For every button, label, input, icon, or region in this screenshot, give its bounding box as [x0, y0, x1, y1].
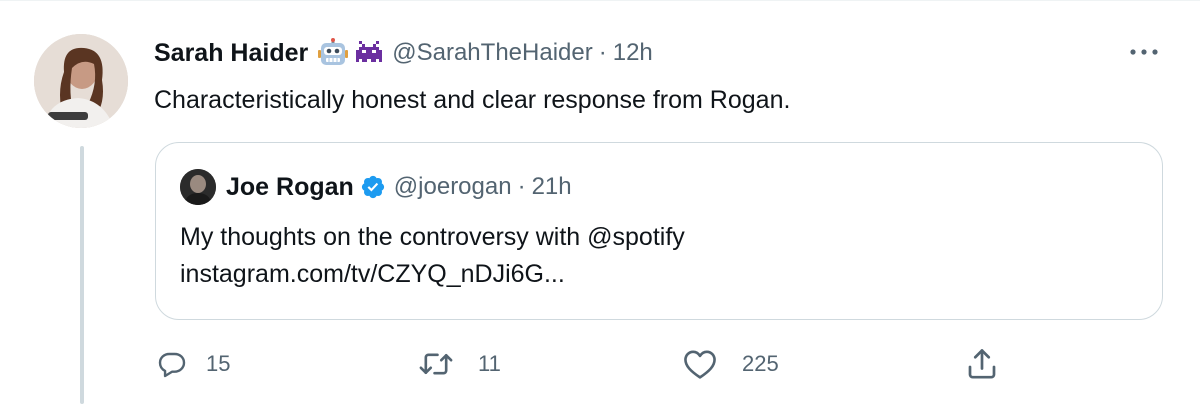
retweet-icon: [419, 353, 453, 375]
quoted-tweet-header: Joe Rogan @joerogan · 21h: [180, 169, 572, 205]
like-button[interactable]: 225: [682, 348, 779, 380]
author-handle[interactable]: @SarahTheHaider: [392, 39, 592, 67]
author-emojis: [318, 38, 384, 68]
reply-button[interactable]: 15: [156, 348, 230, 380]
alien-monster-emoji-icon: [356, 41, 383, 62]
verified-badge-icon: [361, 175, 384, 199]
separator-dot: ·: [598, 39, 607, 66]
quoted-author-avatar[interactable]: [180, 169, 216, 205]
share-button[interactable]: [964, 346, 1000, 382]
quoted-tweet-timestamp[interactable]: 21h: [532, 173, 572, 201]
avatar-image: [34, 34, 128, 128]
quoted-author-handle[interactable]: @joerogan: [394, 173, 512, 201]
more-options-button[interactable]: [1126, 40, 1162, 64]
author-name[interactable]: Sarah Haider: [154, 39, 308, 68]
author-avatar[interactable]: [34, 34, 128, 128]
quoted-avatar-image: [180, 169, 216, 205]
top-divider: [0, 0, 1200, 1]
quoted-tweet-card[interactable]: Joe Rogan @joerogan · 21h My thoughts on…: [155, 142, 1163, 320]
tweet-actions-bar: 15 11 225: [0, 344, 1200, 388]
robot-face-emoji-icon: [318, 38, 349, 65]
retweet-count: 11: [478, 351, 501, 376]
tweet-timestamp[interactable]: 12h: [613, 39, 653, 67]
more-icon: [1130, 49, 1158, 55]
verified-badge: [360, 174, 386, 200]
reply-icon: [158, 352, 186, 378]
retweet-button[interactable]: 11: [418, 348, 501, 380]
quoted-tweet-link[interactable]: instagram.com/tv/CZYQ_nDJi6G...: [180, 256, 685, 293]
share-icon: [968, 349, 996, 379]
quoted-tweet-text: My thoughts on the controversy with @spo…: [180, 219, 685, 293]
quoted-separator-dot: ·: [517, 173, 526, 200]
tweet-text: Characteristically honest and clear resp…: [154, 86, 791, 114]
tweet-header: Sarah Haider @SarahTheHaider · 12h: [154, 36, 653, 70]
reply-count: 15: [206, 351, 231, 376]
like-icon: [684, 350, 716, 379]
quoted-author-name[interactable]: Joe Rogan: [226, 173, 354, 202]
quoted-tweet-text-line1: My thoughts on the controversy with @spo…: [180, 223, 685, 251]
like-count: 225: [742, 351, 779, 376]
